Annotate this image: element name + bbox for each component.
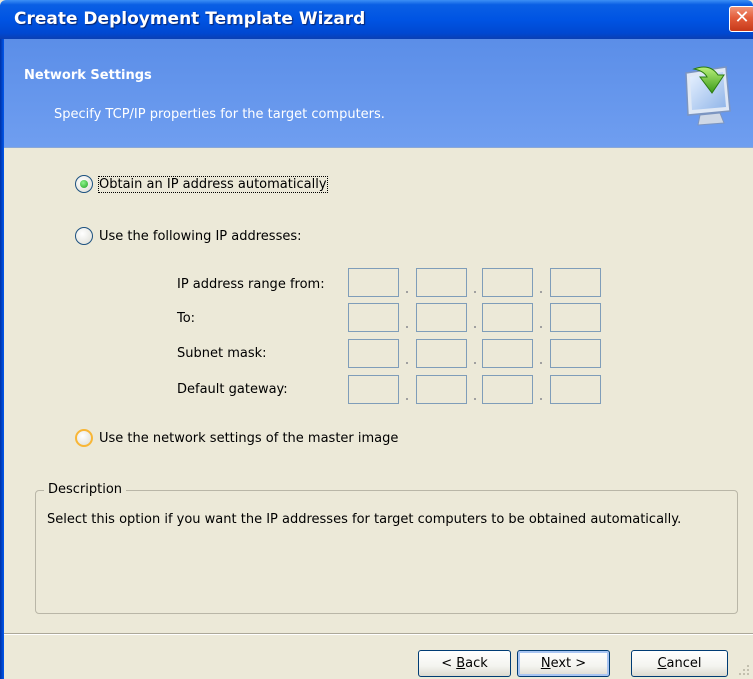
monitor-download-icon [685,66,731,126]
radio-master-image-settings[interactable] [75,429,93,447]
cancel-button-mnemonic: C [657,656,667,671]
option-obtain-ip-automatically[interactable]: Obtain an IP address automatically [75,175,328,193]
back-button-mnemonic: B [456,656,466,671]
option-label: Use the following IP addresses: [99,228,302,244]
default-gateway-octet-2[interactable] [416,375,467,404]
ip-range-from-separator-dot [406,291,408,293]
subnet-mask-label: Subnet mask: [177,346,267,361]
subnet-mask-separator-dot [406,362,408,364]
page-subtitle: Specify TCP/IP properties for the target… [54,107,385,122]
option-label: Obtain an IP address automatically [98,175,328,193]
ip-to-octet-3[interactable] [482,303,533,332]
ip-range-from-octet-1[interactable] [348,268,399,297]
cancel-button[interactable]: Cancel [631,650,728,677]
default-gateway-separator-dot [474,398,476,400]
wizard-header: Network Settings Specify TCP/IP properti… [4,39,753,148]
resize-grip-icon[interactable] [738,664,750,676]
option-master-image-settings[interactable]: Use the network settings of the master i… [75,429,398,447]
ip-to-separator-dot [474,326,476,328]
subnet-mask-octet-4[interactable] [550,339,601,368]
ip-to-octet-1[interactable] [348,303,399,332]
back-button[interactable]: < Back [418,650,511,677]
default-gateway-octet-3[interactable] [482,375,533,404]
back-button-text-pre: < [441,656,457,671]
window-title: Create Deployment Template Wizard [14,9,366,29]
cancel-button-text-post: ancel [666,656,702,671]
ip-range-from-octet-4[interactable] [550,268,601,297]
description-legend: Description [44,482,127,497]
ip-range-from-separator-dot [540,291,542,293]
ip-range-from-label: IP address range from: [177,277,325,292]
ip-to-octet-4[interactable] [550,303,601,332]
subnet-mask-separator-dot [540,362,542,364]
ip-to-label: To: [177,311,196,326]
option-label: Use the network settings of the master i… [99,430,399,446]
ip-to-octet-2[interactable] [416,303,467,332]
default-gateway-octet-4[interactable] [550,375,601,404]
close-icon: ✕ [734,7,750,28]
radio-use-following-ip[interactable] [75,227,93,245]
subnet-mask-separator-dot [474,362,476,364]
default-gateway-separator-dot [540,398,542,400]
ip-range-from-separator-dot [474,291,476,293]
ip-to-separator-dot [540,326,542,328]
description-text: Select this option if you want the IP ad… [47,512,682,527]
subnet-mask-octet-3[interactable] [482,339,533,368]
close-button[interactable]: ✕ [729,6,753,32]
footer-separator [4,633,753,635]
ip-range-from-octet-3[interactable] [482,268,533,297]
ip-range-from-octet-2[interactable] [416,268,467,297]
description-group [35,490,738,614]
radio-obtain-ip-automatically[interactable] [75,175,93,193]
next-button-mnemonic: N [540,656,551,671]
wizard-window: Create Deployment Template Wizard ✕ Netw… [0,0,753,679]
subnet-mask-octet-2[interactable] [416,339,467,368]
option-use-following-ip[interactable]: Use the following IP addresses: [75,227,302,245]
next-button-text-post: ext > [550,656,587,671]
default-gateway-label: Default gateway: [177,382,288,397]
default-gateway-separator-dot [406,398,408,400]
title-bar[interactable]: Create Deployment Template Wizard ✕ [0,0,753,39]
next-button[interactable]: Next > [517,650,610,677]
subnet-mask-octet-1[interactable] [348,339,399,368]
page-title: Network Settings [24,68,152,83]
ip-to-separator-dot [406,326,408,328]
back-button-text-post: ack [465,656,488,671]
default-gateway-octet-1[interactable] [348,375,399,404]
